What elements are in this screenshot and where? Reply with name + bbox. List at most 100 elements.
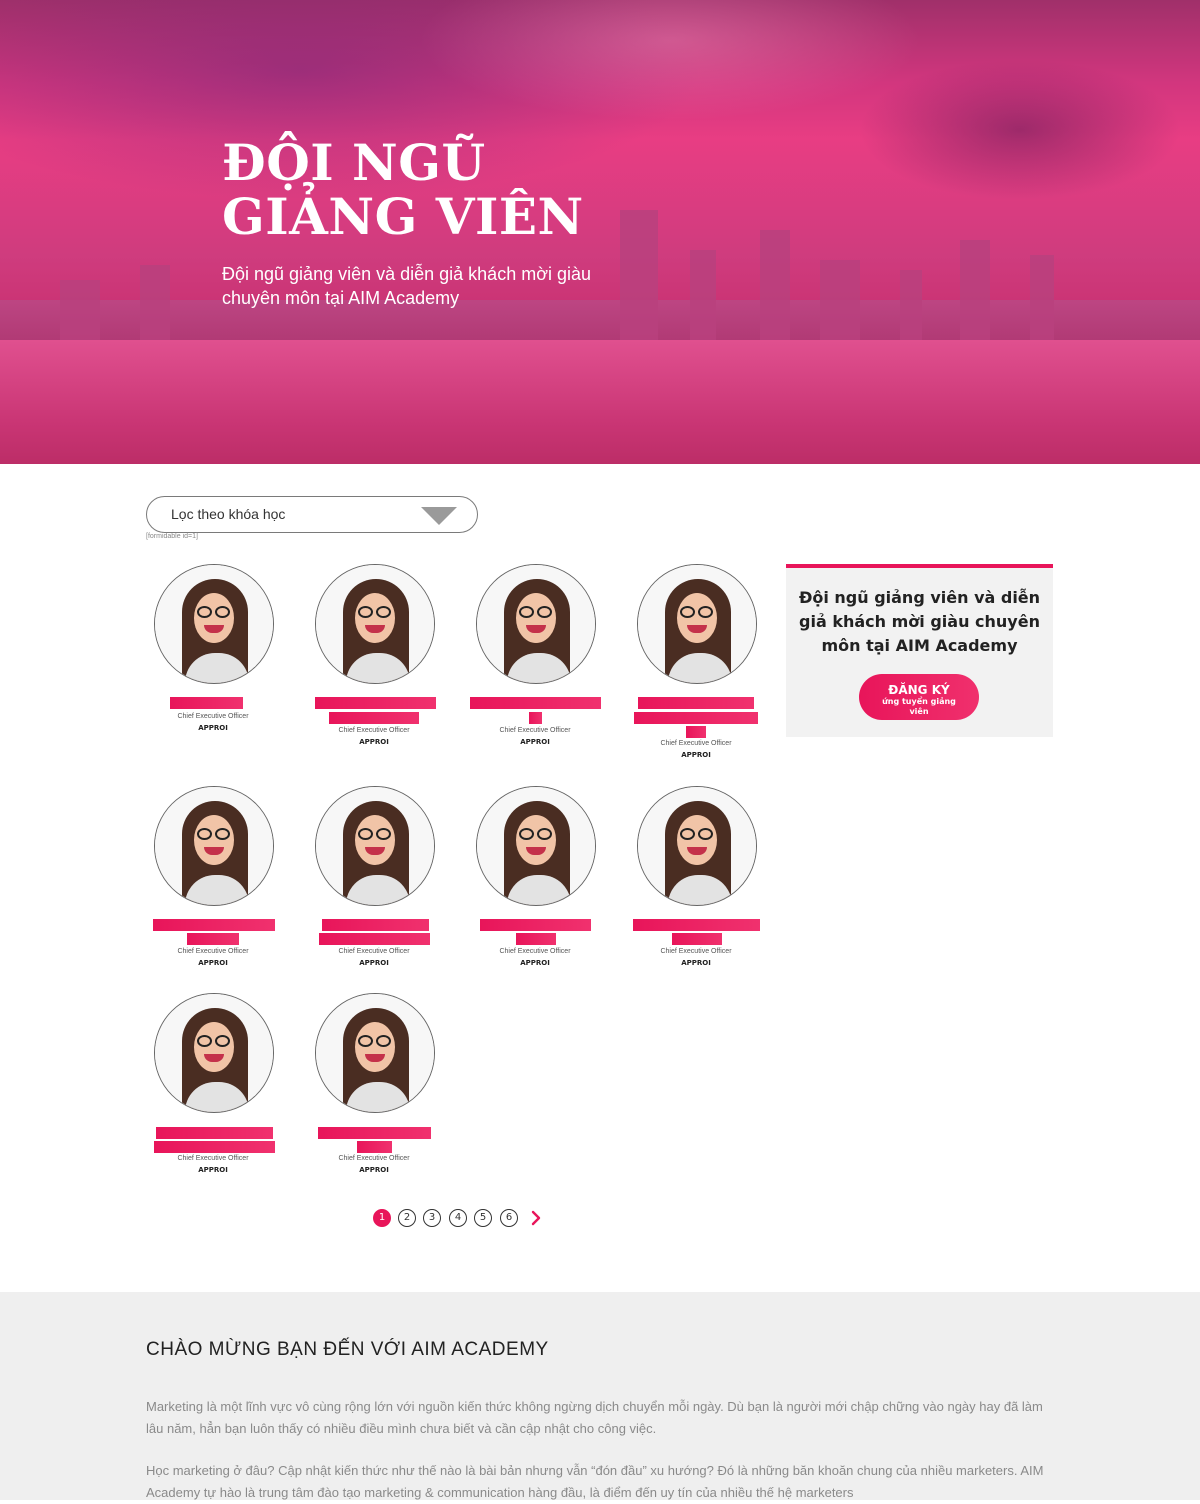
instructor-avatar[interactable] bbox=[315, 564, 435, 684]
glasses-icon bbox=[698, 606, 713, 618]
apply-button-sublabel: ứng tuyển giảng viên bbox=[882, 697, 956, 716]
page-link-4[interactable]: 4 bbox=[449, 1209, 467, 1227]
instructor-name-redaction bbox=[634, 712, 758, 724]
glasses-icon bbox=[358, 828, 373, 840]
glasses-icon bbox=[197, 828, 212, 840]
avatar-face bbox=[355, 815, 395, 865]
welcome-heading: CHÀO MỪNG BẠN ĐẾN VỚI AIM ACADEMY bbox=[146, 1339, 549, 1360]
instructor-avatar[interactable] bbox=[637, 564, 757, 684]
instructor-company: APPROI bbox=[681, 959, 711, 967]
glasses-icon bbox=[519, 606, 534, 618]
instructor-name-redaction bbox=[153, 919, 275, 931]
instructor-name-redaction bbox=[154, 1141, 275, 1153]
glasses-icon bbox=[680, 828, 695, 840]
page-link-3[interactable]: 3 bbox=[423, 1209, 441, 1227]
instructor-avatar[interactable] bbox=[637, 786, 757, 906]
avatar-face bbox=[677, 815, 717, 865]
hero-building bbox=[690, 250, 716, 340]
instructor-role: Chief Executive Officer bbox=[338, 948, 410, 955]
page-link-6[interactable]: 6 bbox=[500, 1209, 518, 1227]
page-link-1[interactable]: 1 bbox=[373, 1209, 391, 1227]
page-title: ĐỘI NGŨ GIẢNG VIÊN bbox=[222, 136, 822, 244]
course-filter-select[interactable]: Lọc theo khóa học bbox=[146, 496, 478, 533]
recruit-sidebar-text: Đội ngũ giảng viên và diễn giả khách mời… bbox=[798, 588, 1041, 655]
glasses-icon bbox=[197, 606, 212, 618]
instructor-name-redaction bbox=[322, 919, 429, 931]
glasses-icon bbox=[358, 1035, 373, 1047]
course-filter-label: Lọc theo khóa học bbox=[171, 506, 286, 522]
instructor-company: APPROI bbox=[359, 959, 389, 967]
form-shortcode-note: [formidable id=1] bbox=[146, 533, 198, 540]
instructor-role: Chief Executive Officer bbox=[338, 1155, 410, 1162]
welcome-section: CHÀO MỪNG BẠN ĐẾN VỚI AIM ACADEMY Market… bbox=[0, 1292, 1200, 1500]
page-title-line: GIẢNG VIÊN bbox=[222, 187, 584, 246]
hero-banner: ĐỘI NGŨ GIẢNG VIÊN Đội ngũ giảng viên và… bbox=[0, 0, 1200, 464]
hero-river bbox=[0, 340, 1200, 464]
instructor-name-redaction bbox=[318, 1127, 431, 1139]
hero-building bbox=[1030, 255, 1054, 340]
instructor-role: Chief Executive Officer bbox=[660, 740, 732, 747]
instructor-name-redaction bbox=[672, 933, 722, 945]
instructor-name-redaction bbox=[170, 697, 243, 709]
instructor-company: APPROI bbox=[681, 751, 711, 759]
instructor-role: Chief Executive Officer bbox=[499, 727, 571, 734]
glasses-icon bbox=[537, 606, 552, 618]
glasses-icon bbox=[215, 606, 230, 618]
instructor-name-redaction bbox=[480, 919, 591, 931]
glasses-icon bbox=[519, 828, 534, 840]
instructor-role: Chief Executive Officer bbox=[177, 1155, 249, 1162]
instructor-name-redaction bbox=[633, 919, 760, 931]
page-subtitle: Đội ngũ giảng viên và diễn giả khách mời… bbox=[222, 264, 592, 308]
chevron-right-icon[interactable] bbox=[528, 1210, 544, 1226]
instructor-company: APPROI bbox=[520, 959, 550, 967]
hero-building bbox=[900, 270, 922, 340]
apply-instructor-button[interactable]: ĐĂNG KÝ ứng tuyển giảng viên bbox=[859, 674, 979, 720]
avatar-face bbox=[677, 593, 717, 643]
instructor-company: APPROI bbox=[198, 724, 228, 732]
avatar-face bbox=[516, 815, 556, 865]
avatar-face bbox=[516, 593, 556, 643]
hero-building bbox=[760, 230, 790, 340]
instructor-avatar[interactable] bbox=[476, 564, 596, 684]
instructor-company: APPROI bbox=[198, 959, 228, 967]
instructor-company: APPROI bbox=[520, 738, 550, 746]
instructor-role: Chief Executive Officer bbox=[177, 713, 249, 720]
page-link-2[interactable]: 2 bbox=[398, 1209, 416, 1227]
instructor-name-redaction bbox=[470, 697, 601, 709]
instructor-avatar[interactable] bbox=[154, 564, 274, 684]
avatar-face bbox=[194, 593, 234, 643]
hero-cloud bbox=[860, 60, 1180, 200]
instructor-role: Chief Executive Officer bbox=[660, 948, 732, 955]
glasses-icon bbox=[680, 606, 695, 618]
glasses-icon bbox=[376, 828, 391, 840]
glasses-icon bbox=[698, 828, 713, 840]
page-link-5[interactable]: 5 bbox=[474, 1209, 492, 1227]
instructor-avatar[interactable] bbox=[154, 786, 274, 906]
instructor-company: APPROI bbox=[359, 738, 389, 746]
instructor-name-redaction bbox=[357, 1141, 392, 1153]
instructor-name-redaction bbox=[187, 933, 239, 945]
instructor-role: Chief Executive Officer bbox=[177, 948, 249, 955]
instructor-avatar[interactable] bbox=[315, 993, 435, 1113]
welcome-paragraph: Học marketing ở đâu? Cập nhật kiến thức … bbox=[146, 1463, 1044, 1500]
instructor-avatar[interactable] bbox=[476, 786, 596, 906]
instructor-name-redaction bbox=[315, 697, 436, 709]
apply-button-label: ĐĂNG KÝ bbox=[888, 683, 950, 697]
hero-building bbox=[960, 240, 990, 340]
avatar-face bbox=[194, 1022, 234, 1072]
avatar-face bbox=[355, 1022, 395, 1072]
glasses-icon bbox=[358, 606, 373, 618]
instructor-avatar[interactable] bbox=[154, 993, 274, 1113]
hero-building bbox=[60, 280, 100, 340]
recruit-sidebar: Đội ngũ giảng viên và diễn giả khách mời… bbox=[786, 564, 1053, 737]
glasses-icon bbox=[376, 606, 391, 618]
instructor-name-redaction bbox=[156, 1127, 273, 1139]
instructor-name-redaction bbox=[329, 712, 419, 724]
page-title-line: ĐỘI NGŨ bbox=[222, 133, 486, 192]
dropdown-arrow-icon bbox=[421, 507, 457, 525]
instructor-avatar[interactable] bbox=[315, 786, 435, 906]
instructor-name-redaction bbox=[638, 697, 754, 709]
instructor-company: APPROI bbox=[198, 1166, 228, 1174]
glasses-icon bbox=[197, 1035, 212, 1047]
glasses-icon bbox=[376, 1035, 391, 1047]
